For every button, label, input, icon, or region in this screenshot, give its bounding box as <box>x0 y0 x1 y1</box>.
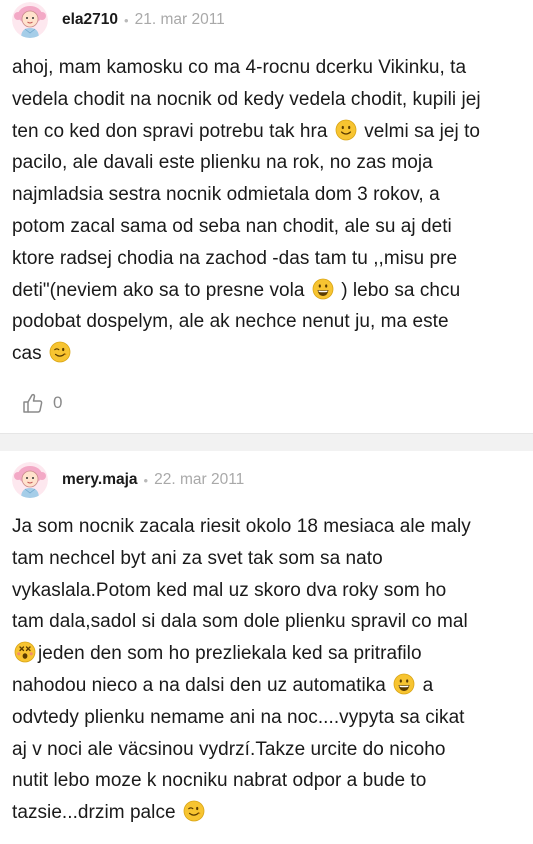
comment-text: potom zacal sama od seba nan chodit, ale… <box>12 215 452 237</box>
username[interactable]: mery.maja <box>62 471 138 489</box>
comment-line: odvtedy plienku nemame ani na noc....vyp… <box>12 702 524 734</box>
girl-avatar-icon[interactable] <box>12 2 48 38</box>
comment-text: vykaslala.Potom ked mal uz skoro dva rok… <box>12 579 447 601</box>
wink-emoji-icon <box>49 341 71 363</box>
comment-line: ten co ked don spravi potrebu tak hra ve… <box>12 116 524 148</box>
comment-text: nutit lebo moze k nocniku nabrat odpor a… <box>12 770 427 792</box>
like-button[interactable]: 0 <box>22 392 62 414</box>
comment-line: tam nechcel byt ani za svet tak som sa n… <box>12 543 524 575</box>
comment-text: a <box>417 674 434 696</box>
comment-line: nutit lebo moze k nocniku nabrat odpor a… <box>12 765 524 797</box>
comment-line: vykaslala.Potom ked mal uz skoro dva rok… <box>12 575 524 607</box>
comment-text: tazsie...drzim palce <box>12 802 181 824</box>
comment-line: Ja som nocnik zacala riesit okolo 18 mes… <box>12 511 524 543</box>
post-date: 21. mar 2011 <box>134 11 225 28</box>
comment-line: potom zacal sama od seba nan chodit, ale… <box>12 211 524 243</box>
comment-text: odvtedy plienku nemame ani na noc....vyp… <box>12 706 465 728</box>
comment-text: cas <box>12 343 48 365</box>
meta-separator: • <box>143 472 149 488</box>
smile-emoji-icon <box>335 119 357 141</box>
comment-text: Ja som nocnik zacala riesit okolo 18 mes… <box>12 516 471 537</box>
comment-text: ) lebo sa chcu <box>335 279 461 301</box>
comment-text: tam nechcel byt ani za svet tak som sa n… <box>12 547 383 569</box>
comment-text: vedela chodit na nocnik od kedy vedela c… <box>12 88 481 110</box>
comment-header: mery.maja • 22. mar 2011 <box>12 462 244 498</box>
comment-line: jeden den som ho prezliekala ked sa prit… <box>12 638 524 670</box>
dizzy-face-emoji-icon <box>14 641 36 663</box>
like-count: 0 <box>53 393 63 412</box>
comment-line: podobat dospelym, ale ak nechce nenut ju… <box>12 306 524 338</box>
meta-separator: • <box>124 12 129 28</box>
comment-text: aj v noci ale väcsinou vydrzí.Takze urci… <box>12 738 446 760</box>
comment-text: tam dala,sadol si dala som dole plienku … <box>12 611 468 633</box>
comment-text: pacilo, ale davali este plienku na rok, … <box>12 152 433 174</box>
comment-text: ten co ked don spravi potrebu tak hra <box>12 120 333 142</box>
comment-body: ahoj, mam kamosku co ma 4-rocnu dcerku V… <box>12 52 524 370</box>
comment-text: velmi sa jej to <box>358 120 481 142</box>
comment-text: jeden den som ho prezliekala ked sa prit… <box>38 643 422 665</box>
comment-text: nahodou nieco a na dalsi den uz automati… <box>12 674 392 696</box>
comment-text: najmladsia sestra nocnik odmietala dom 3… <box>12 184 440 206</box>
post-date: 22. mar 2011 <box>154 471 245 488</box>
comment-text: ktore radsej chodia na zachod -das tam t… <box>12 247 458 269</box>
comment-line: aj v noci ale väcsinou vydrzí.Takze urci… <box>12 734 524 766</box>
username[interactable]: ela2710 <box>62 11 118 29</box>
wink-emoji-icon <box>183 800 205 822</box>
comment-line: ahoj, mam kamosku co ma 4-rocnu dcerku V… <box>12 52 524 84</box>
grin-emoji-icon <box>393 673 415 695</box>
comment-text: podobat dospelym, ale ak nechce nenut ju… <box>12 311 449 333</box>
comment-line: pacilo, ale davali este plienku na rok, … <box>12 147 524 179</box>
comment-header: ela2710 • 21. mar 2011 <box>12 2 225 38</box>
comment-line: cas <box>12 338 524 370</box>
comment-line: tam dala,sadol si dala som dole plienku … <box>12 606 524 638</box>
comment-line: tazsie...drzim palce <box>12 797 524 829</box>
comment-divider <box>0 433 533 452</box>
grin-emoji-icon <box>312 278 334 300</box>
comment-text: deti"(neviem ako sa to presne vola <box>12 279 310 301</box>
comment-line: ktore radsej chodia na zachod -das tam t… <box>12 243 524 275</box>
comment-line: vedela chodit na nocnik od kedy vedela c… <box>12 84 524 116</box>
girl-avatar-icon[interactable] <box>12 462 48 498</box>
comment-body: Ja som nocnik zacala riesit okolo 18 mes… <box>12 511 524 829</box>
thumbs-up-icon[interactable] <box>22 392 44 414</box>
comment-line: najmladsia sestra nocnik odmietala dom 3… <box>12 179 524 211</box>
comment-line: nahodou nieco a na dalsi den uz automati… <box>12 670 524 702</box>
comment-line: deti"(neviem ako sa to presne vola ) leb… <box>12 275 524 307</box>
comment-text: ahoj, mam kamosku co ma 4-rocnu dcerku V… <box>12 57 467 78</box>
